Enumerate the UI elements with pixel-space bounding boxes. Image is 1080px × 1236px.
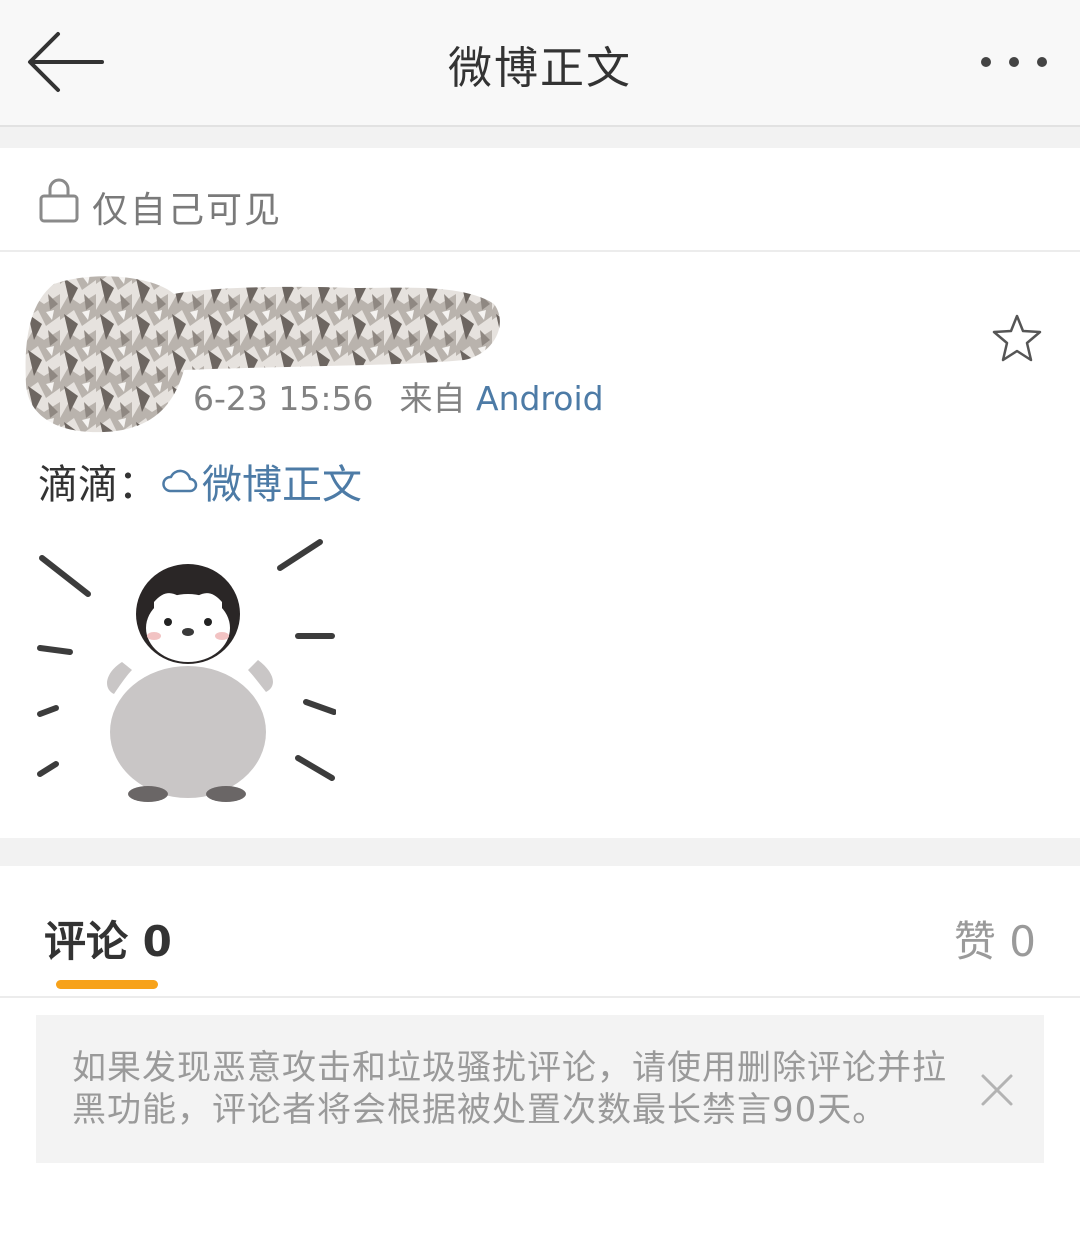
notice-close-button[interactable] <box>980 1073 1014 1107</box>
lock-icon <box>39 178 79 223</box>
page-title: 微博正文 <box>448 43 632 94</box>
penguin-sticker-image[interactable] <box>36 532 336 812</box>
post-author-text: 滴滴： <box>38 462 158 508</box>
post-source-link[interactable]: Android <box>476 379 604 418</box>
comment-notice-text: 如果发现恶意攻击和垃圾骚扰评论，请使用删除评论并拉黑功能，评论者将会根据被处置次… <box>72 1048 947 1130</box>
post-text: 滴滴： 微博正文 <box>38 452 362 510</box>
more-button[interactable] <box>968 44 1058 80</box>
close-icon <box>981 1074 1013 1106</box>
cloud-icon <box>162 469 198 493</box>
visibility-label: 仅自己可见 <box>92 190 283 231</box>
post-link-text: 微博正文 <box>202 462 362 508</box>
tab-likes[interactable]: 赞 0 <box>954 908 1036 969</box>
active-tab-indicator <box>56 980 158 989</box>
more-dots-icon <box>981 57 1047 67</box>
post-link[interactable]: 微博正文 <box>158 452 362 510</box>
post-time: 6-23 15:56 <box>193 379 374 418</box>
post-meta: 6-23 15:56 来自 Android <box>193 372 604 420</box>
star-icon <box>992 314 1042 362</box>
post-source-prefix: 来自 <box>399 379 466 418</box>
section-divider <box>0 127 1080 148</box>
top-bar: 微博正文 <box>0 0 1080 127</box>
favorite-button[interactable] <box>990 312 1044 364</box>
tab-comments[interactable]: 评论 0 <box>44 908 172 969</box>
section-divider <box>0 838 1080 866</box>
